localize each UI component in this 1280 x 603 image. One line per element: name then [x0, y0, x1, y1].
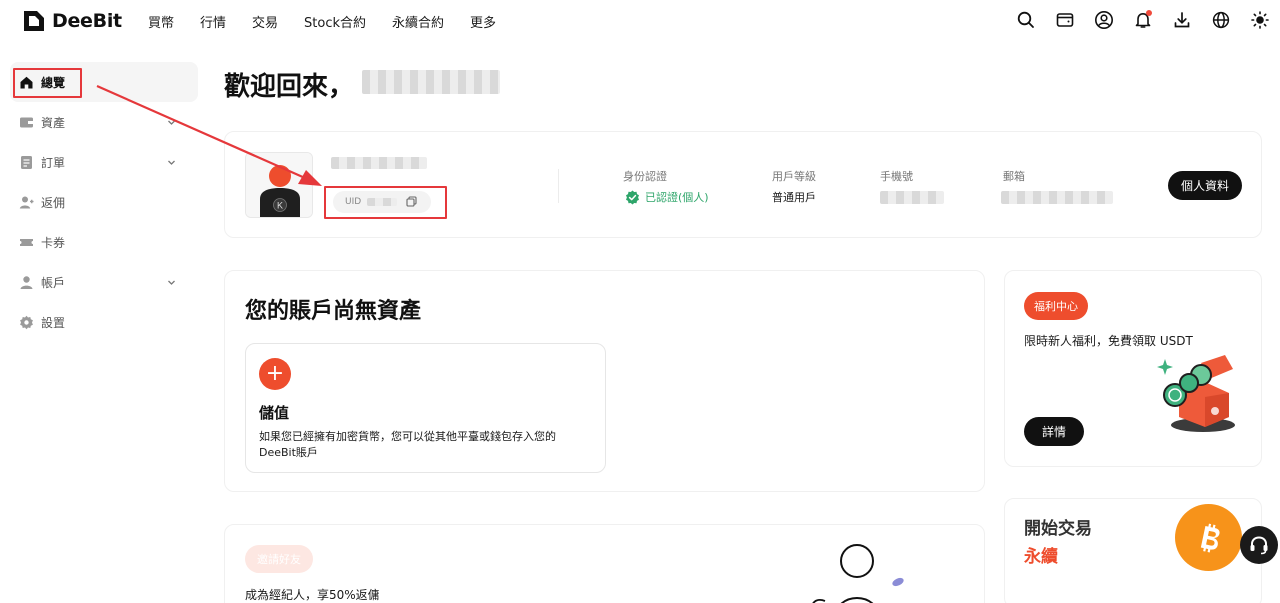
wallet-icon[interactable] — [1055, 10, 1075, 30]
page-title: 歡迎回來， — [224, 72, 355, 102]
globe-icon[interactable] — [1211, 10, 1231, 30]
sidebar-item-assets[interactable]: 資產 — [0, 102, 200, 142]
annotation-highlight-uid — [324, 186, 447, 219]
logo[interactable]: DeeBit — [22, 9, 122, 33]
trade-title: 開始交易 — [1024, 519, 1092, 539]
avatar-letter: K — [277, 201, 283, 211]
ticket-icon — [18, 234, 34, 250]
phone-label: 手機號 — [880, 170, 913, 183]
invite-card: 邀請好友 成為經紀人，享50%返傭 — [224, 524, 985, 603]
referral-icon — [18, 194, 34, 210]
chevron-down-icon — [167, 116, 176, 130]
avatar[interactable]: K — [245, 152, 313, 218]
welfare-text: 限時新人福利，免費領取 USDT — [1024, 334, 1193, 348]
sidebar-item-coupons[interactable]: 卡券 — [0, 222, 200, 262]
level-value: 普通用戶 — [772, 191, 816, 204]
sidebar-item-settings[interactable]: 設置 — [0, 302, 200, 342]
assets-title: 您的賬戶尚無資產 — [245, 299, 422, 324]
top-bar: DeeBit 買幣 行情 交易 Stock合約 永續合約 更多 — [0, 0, 1280, 42]
sidebar-item-label: 訂單 — [41, 155, 66, 170]
kyc-status: 已認證(個人) — [625, 189, 709, 205]
redacted-phone — [880, 191, 944, 204]
deposit-description: 如果您已經擁有加密貨幣，您可以從其他平臺或錢包存入您的DeeBit賬戶 — [259, 430, 556, 459]
chevron-down-icon — [167, 276, 176, 290]
sidebar-item-orders[interactable]: 訂單 — [0, 142, 200, 182]
bell-icon[interactable] — [1133, 10, 1153, 30]
details-button[interactable]: 詳情 — [1024, 417, 1085, 446]
sidebar-item-label: 卡券 — [41, 235, 66, 250]
sidebar-item-referral[interactable]: 返佣 — [0, 182, 200, 222]
profile-card: K UID 身份認證 已認證(個人) 用戶等級 普通用戶 手機號 郵箱 個人資料 — [224, 131, 1262, 238]
trade-subtitle: 永續 — [1024, 547, 1058, 567]
download-icon[interactable] — [1172, 10, 1192, 30]
email-label: 郵箱 — [1003, 170, 1025, 183]
order-icon — [18, 154, 34, 170]
annotation-highlight-overview — [13, 68, 82, 98]
sun-icon[interactable] — [1250, 10, 1270, 30]
support-button[interactable] — [1240, 526, 1278, 564]
nav-stock-futures[interactable]: Stock合約 — [304, 12, 366, 31]
level-label: 用戶等級 — [772, 170, 816, 183]
sidebar: 總覽 資產 訂單 返佣 卡券 帳戶 設置 — [0, 62, 200, 342]
redacted-name — [331, 157, 427, 169]
welfare-tag: 福利中心 — [1024, 292, 1088, 320]
header-actions — [1016, 10, 1270, 30]
notification-dot — [1146, 10, 1152, 16]
kyc-value: 已認證(個人) — [645, 191, 709, 204]
deposit-title: 儲值 — [259, 404, 290, 422]
kyc-label: 身份認證 — [623, 170, 667, 183]
invite-text: 成為經紀人，享50%返傭 — [245, 588, 380, 602]
assets-card: 您的賬戶尚無資產 + 儲值 如果您已經擁有加密貨幣，您可以從其他平臺或錢包存入您… — [224, 270, 985, 492]
verified-icon — [626, 190, 639, 204]
sidebar-item-account[interactable]: 帳戶 — [0, 262, 200, 302]
profile-button[interactable]: 個人資料 — [1167, 171, 1242, 200]
bitcoin-icon — [1175, 504, 1242, 571]
chevron-down-icon — [167, 156, 176, 170]
nav-perpetual-futures[interactable]: 永續合約 — [392, 12, 444, 31]
nav-buy-crypto[interactable]: 買幣 — [148, 12, 174, 31]
logo-text: DeeBit — [52, 10, 122, 32]
search-icon[interactable] — [1016, 10, 1036, 30]
headset-icon — [1250, 536, 1268, 555]
plus-icon: + — [259, 358, 291, 390]
main-nav: 買幣 行情 交易 Stock合約 永續合約 更多 — [148, 12, 522, 31]
user-icon[interactable] — [1094, 10, 1114, 30]
redacted-email — [1001, 191, 1113, 204]
sidebar-item-label: 返佣 — [41, 195, 66, 210]
nav-trade[interactable]: 交易 — [252, 12, 278, 31]
welfare-card: 福利中心 限時新人福利，免費領取 USDT 詳情 — [1004, 270, 1262, 467]
wallet-icon — [18, 114, 34, 130]
invite-illustration — [812, 544, 904, 603]
settings-icon — [18, 314, 34, 330]
sidebar-item-label: 帳戶 — [41, 275, 66, 290]
deposit-option[interactable]: + 儲值 如果您已經擁有加密貨幣，您可以從其他平臺或錢包存入您的DeeBit賬戶 — [245, 343, 606, 473]
sidebar-item-label: 設置 — [41, 315, 66, 330]
gift-box-illustration — [1157, 355, 1235, 432]
nav-markets[interactable]: 行情 — [200, 12, 226, 31]
invite-tag: 邀請好友 — [245, 545, 313, 573]
logo-icon — [24, 11, 44, 31]
nav-more[interactable]: 更多 — [470, 12, 496, 31]
divider — [558, 169, 559, 203]
account-icon — [18, 274, 34, 290]
sidebar-item-label: 資產 — [41, 115, 66, 130]
redacted-username — [362, 70, 500, 94]
